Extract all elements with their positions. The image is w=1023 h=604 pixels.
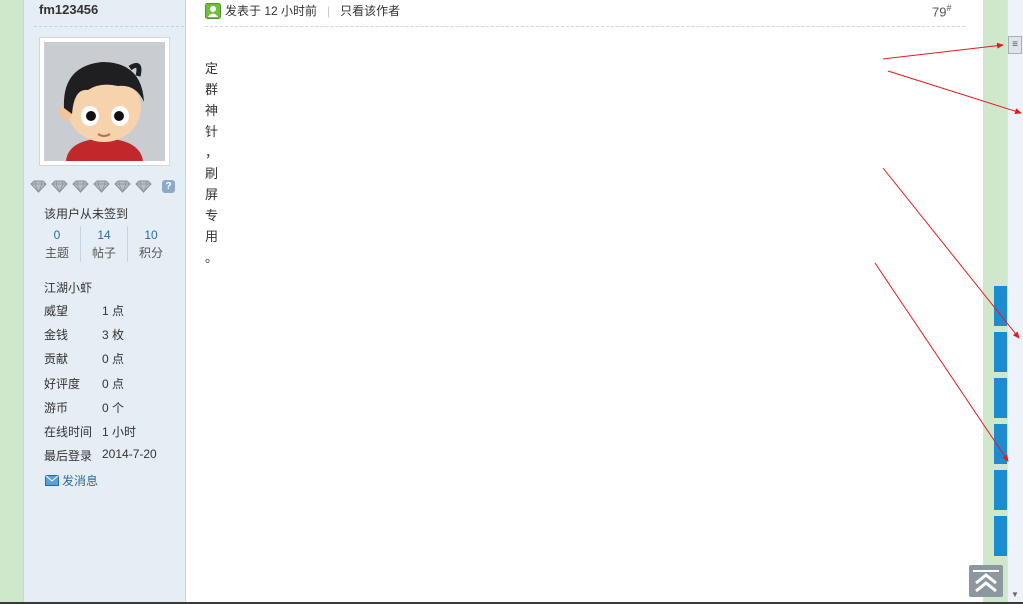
avatar-image	[44, 42, 165, 161]
diamond-medal-icon	[72, 180, 89, 193]
post-char: 专	[205, 209, 220, 224]
mail-icon	[45, 475, 59, 486]
side-float-button[interactable]	[994, 378, 1007, 418]
user-green-icon	[205, 2, 221, 19]
post-char: 。	[205, 251, 220, 266]
info-value: 0 个	[102, 401, 125, 415]
post-content: 定 群 神 针 ， 刷 屏 专 用 。	[205, 59, 221, 269]
info-label: 贡献	[44, 352, 69, 366]
floor-number[interactable]: 79#	[932, 3, 951, 19]
side-float-button[interactable]	[994, 516, 1007, 556]
medal-help-icon[interactable]: ?	[162, 180, 175, 193]
stat-label: 积分	[138, 246, 163, 260]
user-stats: 0 主题 14 帖子 10 积分	[34, 226, 174, 262]
diamond-medal-icon	[135, 180, 152, 193]
info-row-rating: 好评度 0 点	[44, 375, 124, 392]
user-profile-sidebar: fm123456 ? 该用户从未签到 0 主题 14 帖子 10 积分 江湖小虾…	[24, 0, 186, 604]
side-float-button[interactable]	[994, 286, 1007, 326]
side-float-button[interactable]	[994, 424, 1007, 464]
username[interactable]: fm123456	[39, 2, 98, 17]
info-value: 0 点	[102, 377, 125, 391]
info-row-money: 金钱 3 枚	[44, 326, 124, 343]
double-chevron-up-icon	[973, 570, 999, 593]
info-row-last-login: 最后登录 2014-7-20	[44, 447, 157, 464]
post-header-divider	[205, 26, 965, 27]
stat-value: 14	[97, 228, 111, 242]
side-float-button[interactable]	[994, 470, 1007, 510]
post-char: 用	[205, 230, 220, 245]
floor-value: 79	[932, 4, 947, 20]
stat-label: 帖子	[91, 246, 116, 260]
scroll-down-arrow[interactable]: ▼	[1011, 590, 1019, 599]
post-char: 群	[205, 83, 220, 98]
info-label: 金钱	[44, 328, 69, 342]
diamond-medal-icon	[114, 180, 131, 193]
meta-separator: |	[327, 3, 331, 18]
post-char: 神	[205, 104, 220, 119]
post-timestamp: 发表于 12 小时前	[225, 4, 318, 18]
author-only-link[interactable]: 只看该作者	[340, 2, 400, 19]
username-divider	[34, 26, 184, 27]
stat-label: 主题	[44, 246, 69, 260]
left-green-margin	[0, 0, 24, 604]
side-float-button[interactable]	[994, 332, 1007, 372]
stat-posts[interactable]: 14 帖子	[81, 226, 128, 262]
send-message-label: 发消息	[62, 474, 99, 488]
diamond-medal-icon	[30, 180, 47, 193]
post-char: 刷	[205, 167, 220, 182]
checkin-status: 该用户从未签到	[44, 207, 129, 221]
info-label: 威望	[44, 304, 69, 318]
info-row-contribution: 贡献 0 点	[44, 350, 124, 367]
stat-value: 0	[53, 228, 61, 242]
info-value: 3 枚	[102, 328, 125, 342]
post-char: 屏	[205, 188, 220, 203]
post-char: 定	[205, 62, 220, 77]
stat-value: 10	[144, 228, 158, 242]
avatar[interactable]	[39, 37, 170, 166]
info-value: 1 点	[102, 304, 125, 318]
info-value: 0 点	[102, 352, 125, 366]
back-to-top-button[interactable]	[969, 565, 1003, 597]
send-message-link[interactable]: 发消息	[45, 472, 98, 489]
medal-row: ?	[30, 180, 175, 193]
info-value: 2014-7-20	[102, 447, 157, 461]
info-row-prestige: 威望 1 点	[44, 302, 124, 319]
cartoon-boy-avatar-icon	[44, 42, 165, 161]
post-char: ，	[205, 146, 220, 161]
post-char: 针	[205, 125, 220, 140]
diamond-medal-icon	[51, 180, 68, 193]
info-value: 1 小时	[102, 425, 137, 439]
info-label: 游币	[44, 401, 69, 415]
post-meta: 发表于 12 小时前 | 只看该作者	[205, 2, 400, 19]
stat-points[interactable]: 10 积分	[128, 226, 174, 262]
stat-threads[interactable]: 0 主题	[34, 226, 81, 262]
floor-mark: #	[946, 3, 952, 13]
diamond-medal-icon	[93, 180, 110, 193]
info-label: 在线时间	[44, 425, 93, 439]
info-row-game-coins: 游币 0 个	[44, 399, 124, 416]
info-label: 好评度	[44, 377, 81, 391]
info-row-online-time: 在线时间 1 小时	[44, 423, 136, 440]
scrollbar-thumb[interactable]: ≡	[1008, 36, 1022, 54]
info-label: 最后登录	[44, 449, 93, 463]
user-rank: 江湖小虾	[44, 281, 93, 295]
vertical-scrollbar[interactable]	[1007, 0, 1023, 604]
